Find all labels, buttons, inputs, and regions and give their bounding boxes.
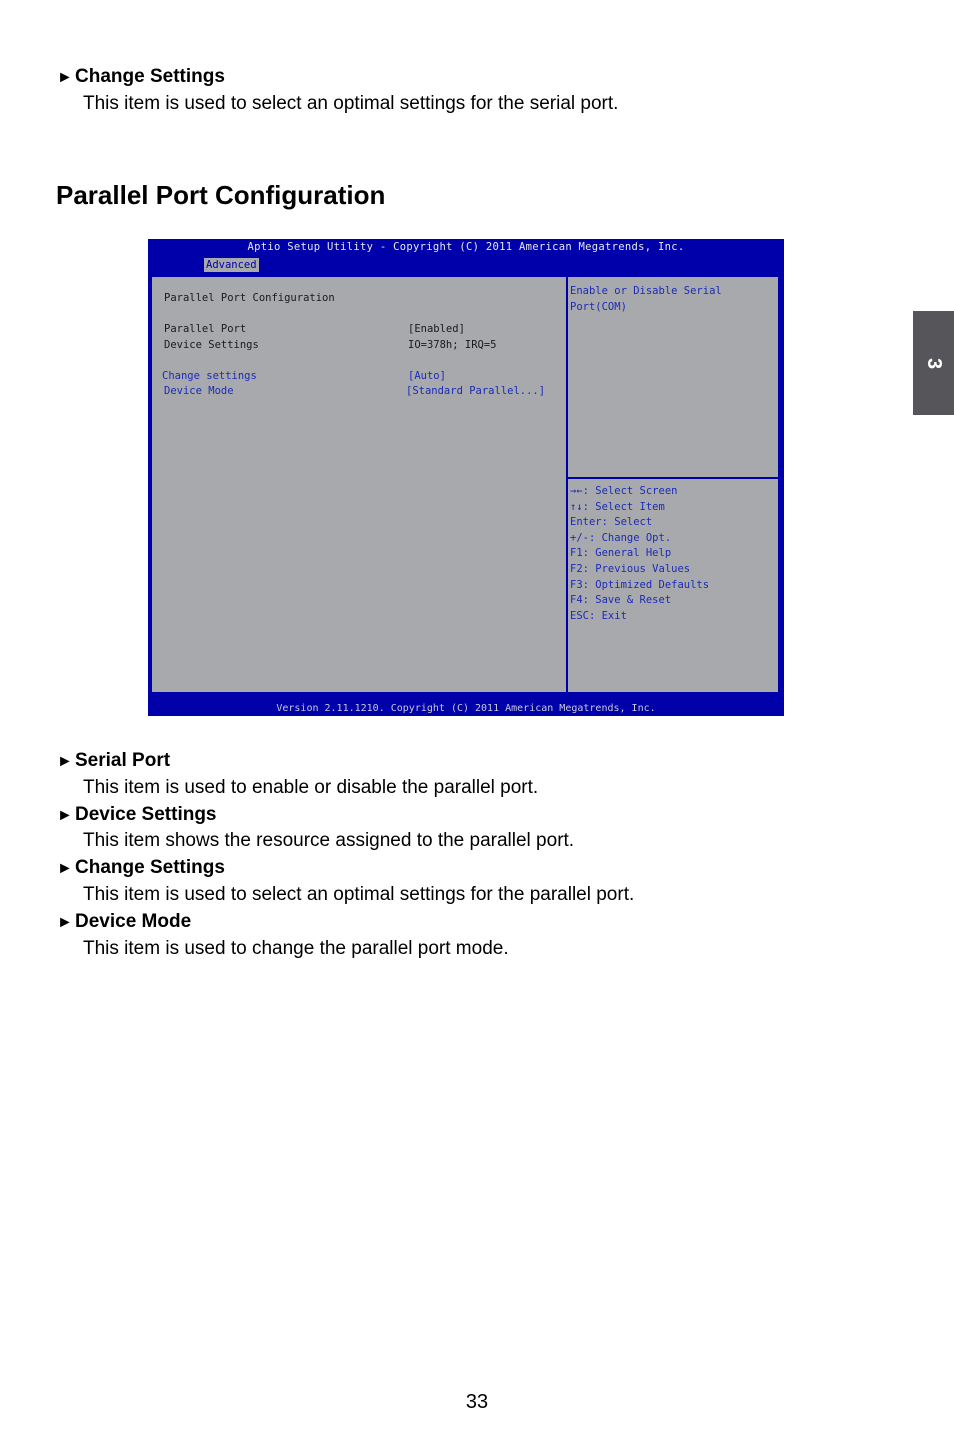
item-heading-text: Device Mode: [75, 911, 192, 932]
key-help-f4: F4: Save & Reset: [570, 594, 672, 607]
top-item-description: This item is used to select an optimal s…: [83, 93, 619, 114]
setting-label: Device Mode: [164, 385, 234, 397]
screen-heading: Parallel Port Configuration: [164, 292, 335, 304]
setting-value: [Enabled]: [408, 323, 465, 335]
item-description: This item is used to select an optimal s…: [83, 884, 635, 905]
key-help-esc: ESC: Exit: [570, 609, 627, 622]
bios-screenshot: Aptio Setup Utility - Copyright (C) 2011…: [148, 239, 784, 716]
item-heading-text: Change Settings: [75, 66, 225, 87]
setting-parallel-port: Parallel Port [Enabled]: [164, 322, 559, 336]
chapter-number: 3: [923, 357, 945, 369]
item-heading-text: Serial Port: [75, 750, 171, 771]
help-pane: Enable or Disable Serial Port(COM): [568, 277, 778, 479]
key-help-f1: F1: General Help: [570, 547, 672, 560]
bullet-arrow-icon: ►: [57, 860, 73, 877]
chapter-tab: 3: [913, 311, 954, 415]
setting-change-settings[interactable]: Change settings [Auto]: [162, 369, 557, 383]
bios-footer: Version 2.11.1210. Copyright (C) 2011 Am…: [276, 703, 656, 714]
key-help-f3: F3: Optimized Defaults: [570, 578, 710, 591]
bios-main-panel: Parallel Port Configuration Parallel Por…: [150, 275, 780, 694]
section-title: Parallel Port Configuration: [56, 180, 386, 210]
bullet-arrow-icon: ►: [57, 69, 73, 86]
setting-label: Device Settings: [164, 339, 259, 351]
key-help-pane: →←: Select Screen ↑↓: Select Item Enter:…: [568, 479, 778, 692]
item-heading-text: Change Settings: [75, 857, 225, 878]
setting-value: IO=378h; IRQ=5: [408, 339, 497, 351]
key-help-f2: F2: Previous Values: [570, 563, 691, 575]
bullet-arrow-icon: ►: [57, 807, 73, 824]
item-description: This item shows the resource assigned to…: [83, 830, 575, 851]
item-heading-serial-port: ► Serial Port: [57, 750, 170, 773]
item-heading-change-settings: ► Change Settings: [57, 857, 225, 880]
item-description: This item is used to change the parallel…: [83, 938, 509, 959]
help-line: Port(COM): [570, 301, 627, 313]
bios-title-bar: Aptio Setup Utility - Copyright (C) 2011…: [247, 241, 685, 253]
item-description: This item is used to enable or disable t…: [83, 777, 539, 798]
help-line: Enable or Disable Serial: [570, 285, 722, 297]
item-heading-device-settings: ► Device Settings: [57, 804, 217, 827]
setting-device-mode[interactable]: Device Mode [Standard Parallel...]: [164, 384, 559, 398]
item-heading-device-mode: ► Device Mode: [57, 911, 191, 934]
tab-advanced[interactable]: Advanced: [204, 258, 259, 272]
key-help-select-item: ↑↓: Select Item: [570, 500, 665, 513]
setting-device-settings: Device Settings IO=378h; IRQ=5: [164, 338, 559, 352]
setting-label: Parallel Port: [164, 323, 247, 335]
bullet-arrow-icon: ►: [57, 753, 73, 770]
setting-value[interactable]: [Standard Parallel...]: [406, 384, 545, 398]
top-item-heading: ► Change Settings: [57, 66, 225, 89]
bullet-arrow-icon: ►: [57, 914, 73, 931]
key-help-select-screen: →←: Select Screen: [570, 485, 678, 497]
setting-value[interactable]: [Auto]: [408, 369, 446, 383]
item-heading-text: Device Settings: [75, 804, 217, 825]
settings-pane: Parallel Port Configuration Parallel Por…: [152, 277, 568, 692]
setting-label: Change settings: [162, 370, 257, 382]
page-number: 33: [465, 1391, 489, 1413]
key-help-change-opt: +/-: Change Opt.: [570, 531, 672, 544]
key-help-enter: Enter: Select: [570, 516, 653, 529]
